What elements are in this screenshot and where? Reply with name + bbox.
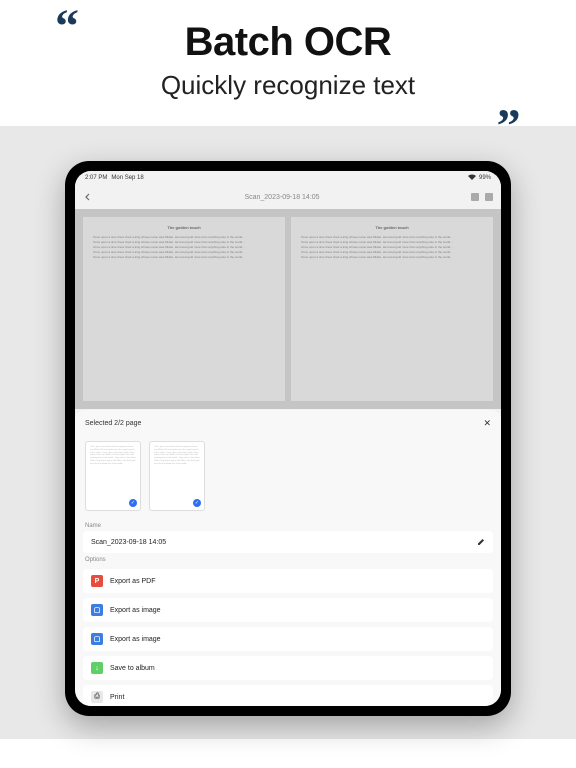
option-label: Export as image [110,636,161,643]
options-list: P Export as PDF ▢ Export as image ▢ Expo… [83,569,493,706]
quote-close-icon: „ [497,90,521,114]
export-image-option-2[interactable]: ▢ Export as image [83,627,493,651]
option-label: Save to album [110,665,155,672]
option-label: Export as PDF [110,578,156,585]
back-arrow-icon[interactable] [83,192,93,202]
check-icon: ✓ [193,499,201,507]
battery-percent: 99% [479,175,491,181]
options-section-label: Options [75,553,501,565]
promo-subtitle: Quickly recognize text [50,70,526,101]
image-icon: ▢ [91,604,103,616]
thumbnail-2[interactable]: Once upon a time there lived a king whos… [149,441,205,511]
pdf-icon: P [91,575,103,587]
image-icon: ▢ [91,633,103,645]
sheet-header: Selected 2/2 page ✕ [75,410,501,437]
more-icon[interactable] [485,193,493,201]
device-showcase: 2:07 PM Mon Sep 18 99% Scan_2023-09-18 1… [0,126,576,739]
quote-open-icon: “ [55,15,79,39]
close-icon[interactable]: ✕ [483,418,491,429]
app-header-title: Scan_2023-09-18 14:05 [93,194,471,201]
print-option[interactable]: ⎙ Print [83,685,493,706]
status-date: Mon Sep 18 [111,175,143,181]
album-icon: ↓ [91,662,103,674]
name-input-row[interactable]: Scan_2023-09-18 14:05 [83,531,493,553]
status-time: 2:07 PM [85,175,107,181]
export-image-option[interactable]: ▢ Export as image [83,598,493,622]
thumbnail-row: Once upon a time there lived a king whos… [75,437,501,519]
name-section-label: Name [75,519,501,531]
doc-page-right: The golden touch Once upon a time there … [291,217,493,401]
tablet-frame: 2:07 PM Mon Sep 18 99% Scan_2023-09-18 1… [65,161,511,716]
option-label: Export as image [110,607,161,614]
grid-icon[interactable] [471,193,479,201]
export-sheet: Selected 2/2 page ✕ Once upon a time the… [75,410,501,706]
selected-count-label: Selected 2/2 page [85,420,141,427]
doc-page-left: The golden touch Once upon a time there … [83,217,285,401]
wifi-icon [468,174,476,182]
export-pdf-option[interactable]: P Export as PDF [83,569,493,593]
promo-title: Batch OCR [50,20,526,65]
save-album-option[interactable]: ↓ Save to album [83,656,493,680]
promo-header: “ Batch OCR Quickly recognize text „ [0,0,576,126]
app-header: Scan_2023-09-18 14:05 [75,185,501,209]
status-bar: 2:07 PM Mon Sep 18 99% [75,171,501,185]
thumbnail-1[interactable]: Once upon a time there lived a king whos… [85,441,141,511]
scan-name-value: Scan_2023-09-18 14:05 [91,539,166,546]
document-preview: The golden touch Once upon a time there … [75,209,501,409]
check-icon: ✓ [129,499,137,507]
option-label: Print [110,694,124,701]
print-icon: ⎙ [91,691,103,703]
tablet-screen: 2:07 PM Mon Sep 18 99% Scan_2023-09-18 1… [75,171,501,706]
edit-icon[interactable] [477,538,485,546]
